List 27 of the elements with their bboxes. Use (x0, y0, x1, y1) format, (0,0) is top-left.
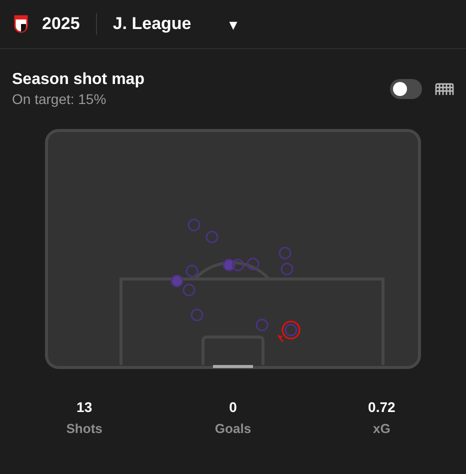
stat-value: 0 (229, 399, 237, 415)
shot-marker[interactable] (182, 284, 196, 296)
shot-marker[interactable] (206, 230, 218, 244)
selected-shot-marker[interactable] (277, 320, 300, 343)
toggle-switch[interactable] (390, 79, 422, 99)
shot-marker[interactable] (256, 318, 268, 332)
stat-label: xG (372, 421, 390, 436)
stat-label: Goals (214, 421, 252, 436)
shot-marker[interactable] (246, 258, 260, 270)
shot-marker[interactable] (170, 274, 184, 288)
stat-value: 0.72 (368, 399, 396, 415)
section-subtitle: On target: 15% (12, 91, 108, 107)
goal-net-icon[interactable] (435, 82, 454, 96)
league-logo-icon (14, 15, 28, 33)
shot-marker[interactable] (278, 246, 292, 260)
league-name: J. League (112, 14, 192, 34)
shot-marker[interactable] (222, 258, 236, 272)
dropdown-caret[interactable]: ▾ (229, 14, 238, 34)
stat-label: Shots (66, 421, 102, 436)
shot-marker[interactable] (190, 308, 204, 322)
season-label: 2025 (42, 14, 80, 34)
shot-marker[interactable] (188, 218, 200, 232)
shot-marker[interactable] (280, 262, 294, 276)
shot-marker[interactable] (232, 258, 244, 272)
stat-value: 13 (76, 399, 92, 415)
section-title: Season shot map (12, 71, 146, 89)
shot-marker[interactable] (186, 264, 198, 278)
